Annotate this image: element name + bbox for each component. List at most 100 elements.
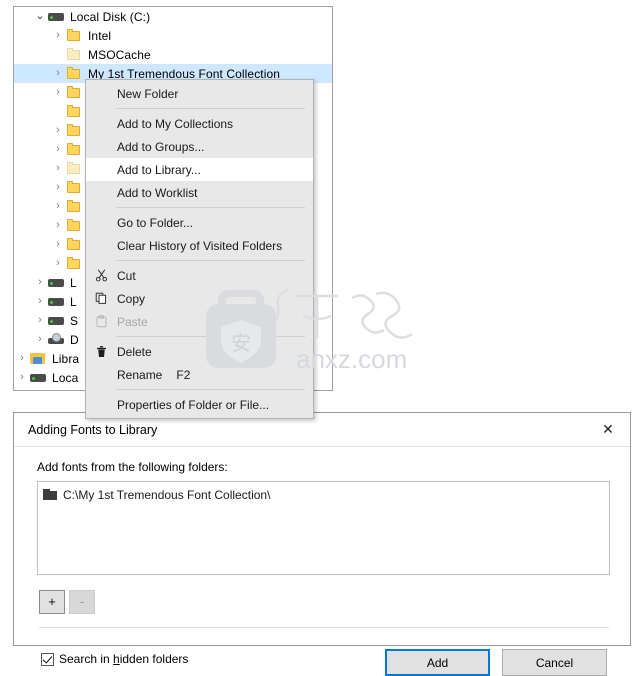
tree-row-label: L [70, 275, 77, 290]
menu-item-label: Add to Worklist [117, 185, 198, 200]
tree-row-label: D [70, 332, 79, 347]
menu-item[interactable]: New Folder [86, 82, 313, 105]
tree-row-label: Loca [52, 370, 79, 385]
menu-item[interactable]: Delete [86, 340, 313, 363]
chevron-right-icon[interactable]: › [32, 330, 48, 349]
menu-item[interactable]: Copy [86, 287, 313, 310]
tree-row[interactable]: › Intel [14, 26, 332, 45]
remove-folder-button[interactable]: - [69, 590, 95, 614]
menu-item[interactable]: Add to Groups... [86, 135, 313, 158]
menu-item-label: Copy [117, 291, 146, 306]
chevron-right-icon[interactable]: › [14, 368, 30, 387]
dialog-title: Adding Fonts to Library [28, 422, 158, 437]
menu-item[interactable]: Add to My Collections [86, 112, 313, 135]
menu-separator [116, 207, 305, 208]
menu-item-shortcut: F2 [176, 367, 191, 382]
folder-context-menu[interactable]: New Folder Add to My Collections Add to Gr… [85, 79, 314, 419]
folder-icon [66, 218, 83, 234]
chevron-right-icon[interactable]: › [50, 178, 66, 197]
tree-row[interactable]: ›MSOCache [14, 45, 332, 64]
checkbox-label-prefix: Search in [59, 652, 114, 666]
library-icon [30, 351, 47, 367]
cancel-button[interactable]: Cancel [502, 649, 607, 676]
chevron-right-icon[interactable]: › [50, 216, 66, 235]
chevron-right-icon[interactable]: › [50, 140, 66, 159]
menu-item[interactable]: Properties of Folder or File... [86, 393, 313, 416]
chevron-right-icon[interactable]: › [50, 197, 66, 216]
chevron-down-icon[interactable]: ⌄ [32, 7, 48, 26]
adding-fonts-dialog: Adding Fonts to Library ✕ Add fonts from… [13, 412, 631, 676]
folder-icon [66, 237, 83, 253]
drive-icon [48, 9, 65, 25]
menu-item-label: Add to Groups... [117, 139, 205, 154]
menu-item[interactable]: Clear History of Visited Folders [86, 234, 313, 257]
checkbox-label-accesskey: h [113, 652, 120, 666]
menu-item[interactable]: Add to Worklist [86, 181, 313, 204]
tree-row-label: L [70, 294, 77, 309]
menu-item[interactable]: Rename F2 [86, 363, 313, 386]
menu-item-label: Rename [117, 367, 163, 382]
chevron-right-icon[interactable]: › [50, 121, 66, 140]
search-hidden-folders-checkbox[interactable]: Search in hidden folders [41, 652, 188, 666]
menu-item-label: Paste [117, 314, 148, 329]
tree-row-label: Loca [47, 390, 78, 391]
copy-icon [86, 292, 116, 305]
chevron-right-icon[interactable]: › [32, 273, 48, 292]
folder-icon [66, 104, 83, 120]
folder-list[interactable]: C:\My 1st Tremendous Font Collection\ [37, 481, 610, 575]
folder-icon [66, 28, 83, 44]
add-folder-button[interactable]: + [39, 590, 65, 614]
menu-separator [116, 108, 305, 109]
tree-row-label: MSOCache [88, 47, 151, 62]
dialog-divider [39, 627, 609, 628]
menu-item[interactable]: Add to Library... [86, 158, 313, 181]
dialog-body: Add fonts from the following folders: C:… [14, 447, 630, 676]
folder-icon [66, 199, 83, 215]
folder-list-item[interactable]: C:\My 1st Tremendous Font Collection\ [38, 485, 609, 504]
tree-row-label: Libra [52, 351, 80, 366]
chevron-right-icon[interactable]: › [50, 159, 66, 178]
folder-icon [66, 66, 83, 82]
cut-icon [86, 269, 116, 282]
chevron-right-icon[interactable]: › [14, 349, 30, 368]
drive-icon [48, 275, 65, 291]
folder-dark-icon [43, 488, 59, 502]
menu-separator [116, 336, 305, 337]
folders-caption: Add fonts from the following folders: [37, 460, 228, 474]
menu-item: Paste [86, 310, 313, 333]
chevron-right-icon[interactable]: › [32, 292, 48, 311]
menu-item-label: Delete [117, 344, 152, 359]
menu-item-label: Cut [117, 268, 136, 283]
folder-pale-icon [66, 161, 83, 177]
tree-row[interactable]: ⌄ Local Disk (C:) [14, 7, 332, 26]
checkbox-label: Search in hidden folders [59, 652, 188, 666]
chevron-right-icon[interactable]: › [14, 387, 30, 390]
menu-separator [116, 389, 305, 390]
chevron-right-icon[interactable]: › [50, 254, 66, 273]
chevron-right-icon[interactable]: › [32, 311, 48, 330]
chevron-right-icon[interactable]: › [50, 64, 66, 83]
chevron-right-icon[interactable]: › [50, 26, 66, 45]
folder-icon [66, 123, 83, 139]
drive-icon [30, 389, 47, 391]
add-button[interactable]: Add [385, 649, 490, 676]
folder-icon [66, 256, 83, 272]
menu-separator [116, 260, 305, 261]
close-icon[interactable]: ✕ [586, 413, 630, 445]
tree-row-label: Intel [88, 28, 112, 43]
menu-item-label: Clear History of Visited Folders [117, 238, 283, 253]
checkbox-box[interactable] [41, 652, 54, 666]
drive-icon [48, 294, 65, 310]
chevron-right-icon[interactable]: › [50, 235, 66, 254]
checkbox-label-suffix: idden folders [119, 652, 189, 666]
tree-row-label: Local Disk (C:) [70, 9, 151, 24]
folder-path-text: C:\My 1st Tremendous Font Collection\ [63, 487, 271, 502]
folder-icon [66, 85, 83, 101]
menu-item-label: Add to Library... [117, 162, 201, 177]
menu-item[interactable]: Cut [86, 264, 313, 287]
chevron-right-icon[interactable]: › [50, 83, 66, 102]
menu-item-label: Go to Folder... [117, 215, 194, 230]
menu-item-label: Add to My Collections [117, 116, 234, 131]
menu-item-label: Properties of Folder or File... [117, 397, 270, 412]
menu-item[interactable]: Go to Folder... [86, 211, 313, 234]
